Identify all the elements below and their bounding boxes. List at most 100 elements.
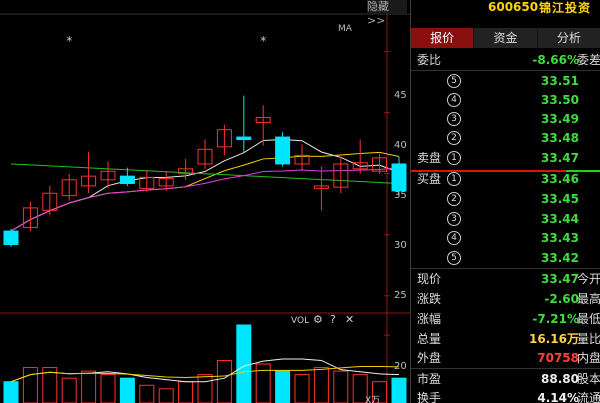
volume-bar xyxy=(333,370,349,403)
ask-row-1[interactable]: 卖盘 1 33.47 xyxy=(411,148,600,168)
bid-row-5[interactable]: 5 33.42 xyxy=(411,248,600,268)
hide-panel-button[interactable]: 隐藏 >> xyxy=(367,0,407,27)
volume-bar xyxy=(275,370,291,403)
quote-panel: 600650 锦江投资 报价 资金 分析 委比 -8.66% 委差 5 33.5… xyxy=(410,0,600,403)
volume-bar xyxy=(22,367,38,403)
candle-body xyxy=(236,136,252,141)
stock-code: 600650 xyxy=(488,0,539,14)
candle-body xyxy=(275,136,291,165)
stat-label: 涨跌 xyxy=(417,292,442,306)
weibi-label: 委比 xyxy=(417,53,442,67)
level-badge: 2 xyxy=(447,131,461,145)
stat-tag: 流通 xyxy=(576,391,600,403)
volume-bar xyxy=(313,367,329,403)
stat-value: 33.47 xyxy=(541,272,579,286)
stat-label: 换手 xyxy=(417,391,442,403)
ask-price: 33.49 xyxy=(541,112,579,126)
stat-row: 涨幅 -7.21% 最低 xyxy=(411,309,600,329)
tab-analysis[interactable]: 分析 xyxy=(537,28,600,48)
vol-unit: X万 xyxy=(365,396,381,403)
ask-row-2[interactable]: 2 33.48 xyxy=(411,128,600,148)
weidiff-label: 委差 xyxy=(576,53,600,67)
level-badge: 3 xyxy=(447,112,461,126)
kline-chart[interactable]: * * 隐藏 >> MA 45 40 35 30 25 VOL ⚙ ? ✕ 20 … xyxy=(0,0,410,403)
stat-label: 外盘 xyxy=(417,351,442,365)
volume-bar xyxy=(178,381,194,403)
bid-price: 33.43 xyxy=(541,231,579,245)
volume-bar xyxy=(294,374,310,403)
tab-funds[interactable]: 资金 xyxy=(474,28,538,48)
bid-row-1[interactable]: 买盘 1 33.46 xyxy=(411,169,600,189)
weibi-value: -8.66% xyxy=(532,53,579,67)
stat-tag: 量比 xyxy=(576,332,600,346)
volume-bar xyxy=(81,370,97,403)
bid-label: 买盘 xyxy=(417,172,442,186)
stat-tag: 今开 xyxy=(576,272,600,286)
volume-bar xyxy=(391,377,407,403)
question-icon[interactable]: ? xyxy=(330,313,336,326)
candle-body xyxy=(3,230,19,246)
bid-price: 33.42 xyxy=(541,251,579,265)
level-badge: 4 xyxy=(447,93,461,107)
volume-bar xyxy=(158,388,174,403)
close-icon[interactable]: ✕ xyxy=(345,313,354,326)
vol-label: VOL xyxy=(291,316,310,326)
volume-bar xyxy=(100,374,116,403)
stat-tag: 内盘 xyxy=(576,351,600,365)
stat-row: 现价 33.47 今开 xyxy=(411,269,600,289)
ask-label: 卖盘 xyxy=(417,151,442,165)
ask-row-4[interactable]: 4 33.50 xyxy=(411,90,600,110)
stat-row: 总量 16.16万 量比 xyxy=(411,329,600,349)
ask-price: 33.47 xyxy=(541,151,579,165)
level-badge: 5 xyxy=(447,74,461,88)
star-marker: * xyxy=(66,34,72,48)
panel-tabs: 报价 资金 分析 xyxy=(411,28,600,48)
stat-row: 涨跌 -2.60 最高 xyxy=(411,289,600,309)
kline-svg[interactable]: * * xyxy=(0,0,410,403)
level-badge: 1 xyxy=(447,151,461,165)
stock-header: 600650 锦江投资 xyxy=(411,0,600,28)
gear-icon[interactable]: ⚙ xyxy=(313,313,323,326)
bid-row-3[interactable]: 3 33.44 xyxy=(411,209,600,229)
bid-price: 33.45 xyxy=(541,192,579,206)
candle-body xyxy=(119,175,135,184)
bid-row-2[interactable]: 2 33.45 xyxy=(411,189,600,209)
stat-label: 涨幅 xyxy=(417,312,442,326)
hide-label: 隐藏 xyxy=(367,0,389,13)
stat-value: 16.16万 xyxy=(529,332,579,346)
volume-bar xyxy=(3,381,19,403)
stat-value: -2.60 xyxy=(544,292,579,306)
level-badge: 5 xyxy=(447,251,461,265)
stat-label: 市盈 xyxy=(417,372,442,386)
level-badge: 1 xyxy=(447,172,461,186)
stat-value: 4.14% xyxy=(537,391,579,403)
volume-bar xyxy=(139,384,155,403)
candle-body xyxy=(391,163,407,192)
ask-price: 33.50 xyxy=(541,93,579,107)
chevron-right-icon: >> xyxy=(367,14,386,27)
volume-bar xyxy=(255,363,271,403)
stat-row: 市盈 88.80 股本 xyxy=(411,369,600,389)
stat-value: 70758 xyxy=(537,351,579,365)
ask-price: 33.48 xyxy=(541,131,579,145)
bid-row-4[interactable]: 4 33.43 xyxy=(411,228,600,248)
level-badge: 2 xyxy=(447,192,461,206)
stat-label: 总量 xyxy=(417,332,442,346)
ask-row-3[interactable]: 3 33.49 xyxy=(411,109,600,129)
volume-bar xyxy=(119,377,135,403)
stat-tag: 股本 xyxy=(576,372,600,386)
level-badge: 4 xyxy=(447,231,461,245)
stat-value: 88.80 xyxy=(541,372,579,386)
weibi-row: 委比 -8.66% 委差 xyxy=(411,50,600,70)
volume-bar xyxy=(197,374,213,403)
stock-name: 锦江投资 xyxy=(539,1,592,15)
stat-row: 换手 4.14% 流通 xyxy=(411,388,600,403)
volume-bar xyxy=(61,377,77,403)
level-badge: 3 xyxy=(447,212,461,226)
stat-tag: 最低 xyxy=(576,312,600,326)
volume-bar xyxy=(236,324,252,403)
star-marker: * xyxy=(260,34,266,48)
bid-price: 33.46 xyxy=(541,172,579,186)
ask-row-5[interactable]: 5 33.51 xyxy=(411,71,600,91)
tab-quote[interactable]: 报价 xyxy=(411,28,475,48)
